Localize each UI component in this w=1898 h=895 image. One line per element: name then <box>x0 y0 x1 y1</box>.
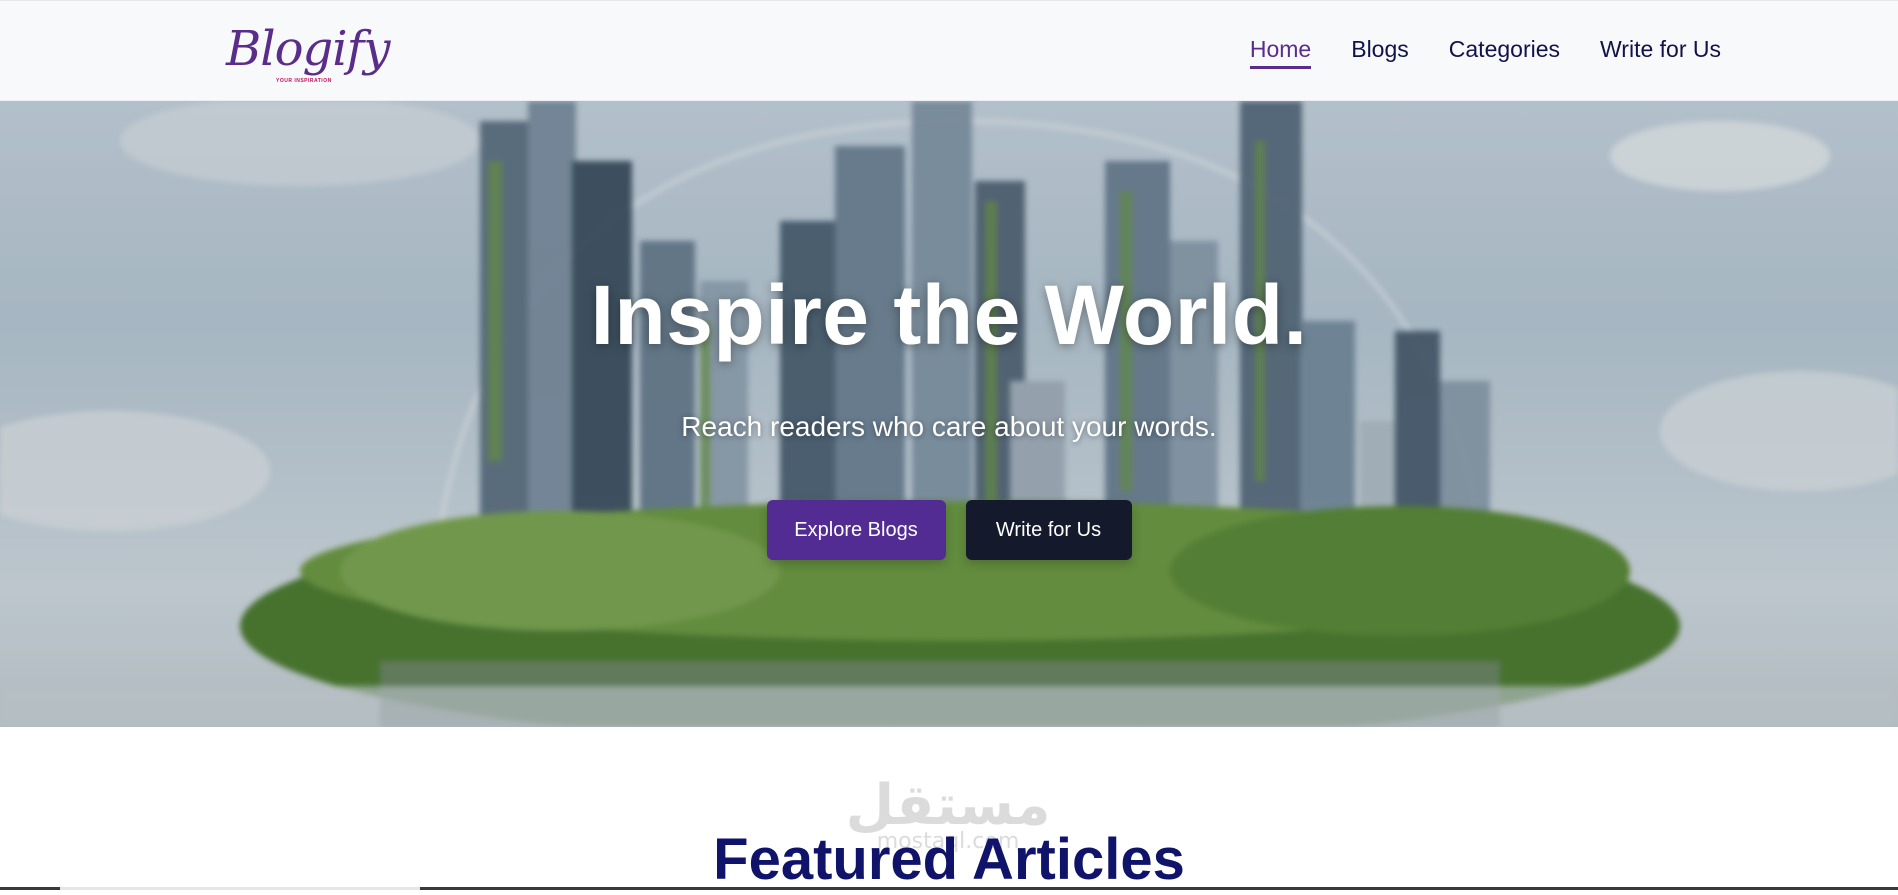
nav-write-for-us-link[interactable]: Write for Us <box>1600 36 1721 67</box>
hero-subtitle: Reach readers who care about your words. <box>681 411 1217 442</box>
main-nav: Home Blogs Categories Write for Us <box>1249 1 1721 102</box>
hero-content: Inspire the World. Reach readers who car… <box>0 101 1898 727</box>
nav-blogs-link[interactable]: Blogs <box>1351 36 1409 67</box>
nav-home-link[interactable]: Home <box>1249 36 1312 69</box>
explore-blogs-button[interactable]: Explore Blogs <box>766 500 946 560</box>
nav-categories-link[interactable]: Categories <box>1449 36 1560 67</box>
site-header: Blogify YOUR INSPIRATION Home Blogs Cate… <box>0 0 1898 101</box>
featured-articles-heading: Featured Articles <box>713 827 1185 892</box>
site-logo[interactable]: Blogify YOUR INSPIRATION <box>226 17 390 87</box>
hero-section: Inspire the World. Reach readers who car… <box>0 101 1898 727</box>
write-for-us-button[interactable]: Write for Us <box>965 500 1132 560</box>
hero-buttons: Explore Blogs Write for Us <box>0 500 1898 560</box>
logo-wordmark: Blogify <box>226 21 390 77</box>
hero-title: Inspire the World. <box>590 268 1308 362</box>
logo-tagline: YOUR INSPIRATION <box>276 78 332 84</box>
